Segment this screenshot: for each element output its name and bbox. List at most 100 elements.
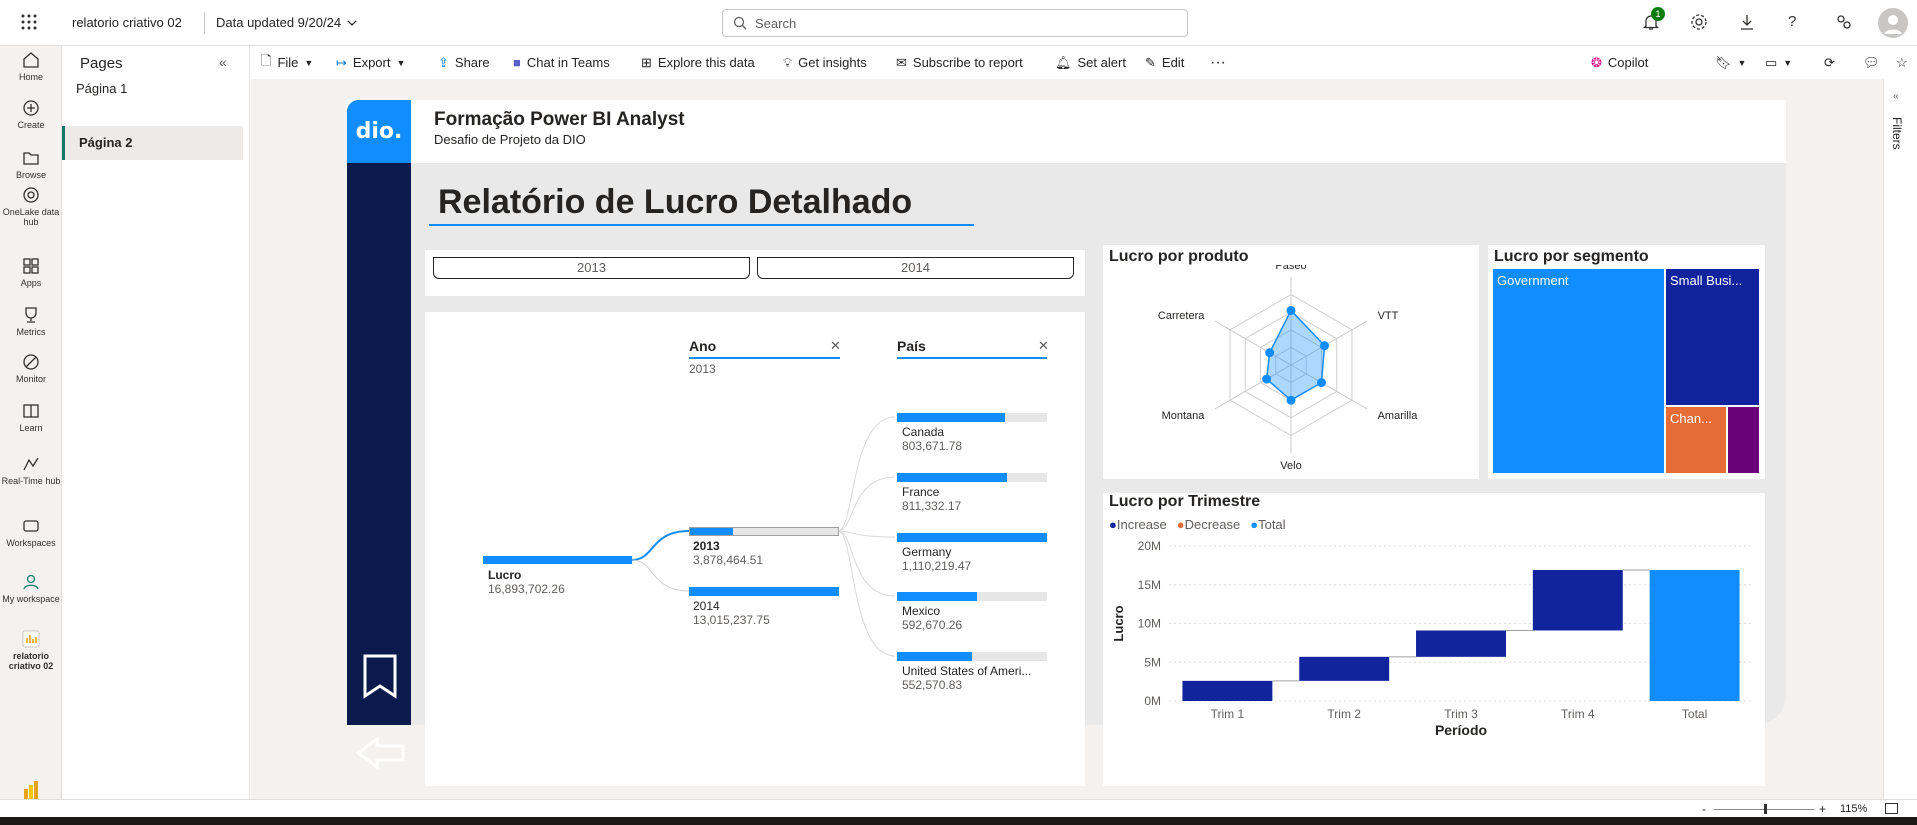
nav-item-report[interactable]: relatorio criativo 02	[0, 629, 62, 671]
nav-item-label: Metrics	[16, 327, 46, 337]
subscribe-icon: ✉	[896, 54, 907, 70]
bookmark-menu[interactable]: 🔖︎ ▼	[1715, 46, 1746, 79]
nav-item-browse[interactable]: Browse	[0, 148, 62, 180]
title-underline	[429, 224, 974, 226]
pais-node-label: Mexico	[902, 604, 941, 618]
nav-item-learn[interactable]: Learn	[0, 401, 62, 433]
zoom-level: 115%	[1840, 803, 1868, 815]
help-icon[interactable]: ?	[1788, 13, 1796, 30]
copilot-button[interactable]: ❂ Copilot	[1591, 46, 1648, 79]
ano-node-bar[interactable]	[689, 587, 839, 596]
export-icon: ↦	[336, 54, 347, 70]
app-launcher-icon[interactable]	[20, 13, 38, 36]
radar-point	[1320, 341, 1330, 351]
share-label: Share	[454, 55, 490, 70]
pais-node-bar[interactable]	[897, 413, 1047, 422]
zoom-out-button[interactable]: -	[1702, 802, 1706, 816]
nav-item-realtime[interactable]: Real-Time hub	[0, 454, 62, 486]
file-menu[interactable]: 🗋 File ▼	[261, 46, 313, 79]
ano-node-bar[interactable]	[689, 527, 839, 536]
edit-button[interactable]: ✎ Edit	[1145, 46, 1184, 79]
favorite-icon[interactable]: ☆	[1896, 46, 1908, 79]
download-icon[interactable]	[1738, 13, 1756, 36]
nav-item-monitor[interactable]: Monitor	[0, 352, 62, 384]
power-bi-logo-icon	[24, 781, 38, 799]
waterfall-title: Lucro por Trimestre	[1109, 493, 1261, 510]
pais-node-label: United States of Ameri...	[902, 664, 1032, 678]
left-navigation: Home Create Browse OneLake data hub Apps Metr…	[0, 46, 62, 817]
pais-node-bar[interactable]	[897, 533, 1047, 542]
create-icon	[23, 100, 39, 116]
root-label: Lucro	[488, 568, 522, 582]
collapse-pages-icon[interactable]: «	[219, 54, 227, 70]
level1-header: Ano	[689, 338, 717, 354]
nav-item-my-workspace[interactable]: My workspace	[0, 572, 62, 604]
fit-to-page-icon[interactable]	[1885, 803, 1898, 814]
waterfall-ytick-label: 0M	[1144, 694, 1161, 708]
nav-item-apps[interactable]: Apps	[0, 256, 62, 288]
radar-title: Lucro por produto	[1109, 248, 1249, 265]
pais-node-bar[interactable]	[897, 473, 1047, 482]
feedback-icon[interactable]	[1835, 13, 1853, 36]
zoom-slider-thumb[interactable]	[1764, 804, 1767, 814]
waterfall-x-axis-title: Período	[1435, 722, 1487, 738]
nav-item-workspaces[interactable]: Workspaces	[0, 516, 62, 548]
explore-data-button[interactable]: ⊞ Explore this data	[641, 46, 755, 79]
treemap-tile-channel[interactable]: Chan...	[1666, 407, 1726, 473]
level1-remove-icon[interactable]: ✕	[830, 338, 841, 354]
avatar[interactable]	[1878, 8, 1908, 38]
search-box[interactable]: Search	[722, 9, 1188, 37]
page-tab-2[interactable]: Página 2	[62, 126, 243, 160]
apps-icon	[23, 258, 39, 274]
nav-item-onelake[interactable]: OneLake data hub	[0, 185, 62, 227]
copilot-icon: ❂	[1591, 54, 1602, 70]
waterfall-chart[interactable]: 0M 5M 10M 15M 20M Trim 1 Trim 2 Trim 3 Trim 4 Tot…	[1103, 533, 1765, 786]
waterfall-ytick-label: 15M	[1138, 578, 1161, 592]
treemap-tile-government[interactable]: Government	[1493, 269, 1664, 473]
root-bar[interactable]	[483, 556, 632, 564]
pais-node-bar[interactable]	[897, 592, 1047, 601]
pais-node-label: Canada	[902, 425, 945, 439]
notifications-icon[interactable]: 1	[1641, 7, 1665, 37]
refresh-icon[interactable]: ⟳	[1824, 46, 1835, 79]
radar-point	[1286, 305, 1296, 315]
zoom-in-button[interactable]: +	[1819, 802, 1826, 816]
back-arrow-icon[interactable]	[355, 736, 407, 775]
get-insights-button[interactable]: 💡︎ Get insights	[783, 46, 867, 79]
set-alert-button[interactable]: 🔔︎ Set alert	[1055, 46, 1126, 79]
report-name[interactable]: relatorio criativo 02	[72, 15, 182, 30]
export-menu[interactable]: ↦ Export ▼	[336, 46, 405, 79]
page-tab-2-label: Página 2	[79, 135, 133, 150]
page-tab-1[interactable]: Página 1	[62, 76, 249, 102]
subscribe-button[interactable]: ✉ Subscribe to report	[896, 46, 1023, 79]
share-button[interactable]: ⇪ Share	[438, 46, 490, 79]
nav-item-metrics[interactable]: Metrics	[0, 305, 62, 337]
settings-icon[interactable]	[1690, 13, 1708, 36]
waterfall-bar	[1649, 570, 1740, 701]
view-menu[interactable]: ▭ ▼	[1765, 46, 1792, 79]
waterfall-bar	[1532, 570, 1623, 631]
radar-chart[interactable]: Paseo VTT Amarilla Velo Montana Carretera	[1103, 265, 1479, 479]
year-button-2013[interactable]: 2013	[433, 257, 750, 279]
nav-item-home[interactable]: Home	[0, 50, 62, 82]
filters-pane[interactable]: « Filters	[1883, 79, 1917, 799]
chat-in-teams-button[interactable]: ■ Chat in Teams	[513, 46, 610, 79]
ano-node-fill	[689, 587, 839, 596]
page-tab-1-label: Página 1	[76, 81, 128, 96]
treemap-tile-other[interactable]	[1728, 407, 1759, 473]
comment-icon[interactable]: 💬︎	[1863, 46, 1880, 79]
report-icon	[22, 630, 40, 648]
data-updated-menu[interactable]: Data updated 9/20/24	[216, 15, 357, 30]
waterfall-y-axis-title: Lucro	[1111, 605, 1126, 641]
pais-node-bar[interactable]	[897, 652, 1047, 661]
nav-item-create[interactable]: Create	[0, 98, 62, 130]
treemap-title: Lucro por segmento	[1494, 248, 1649, 265]
level2-remove-icon[interactable]: ✕	[1038, 338, 1049, 354]
treemap-tile-small-business[interactable]: Small Busi...	[1666, 269, 1759, 405]
nav-item-label: Browse	[15, 170, 46, 180]
bookmark-nav-icon[interactable]	[362, 653, 398, 704]
more-options-button[interactable]: ···	[1210, 46, 1226, 79]
year-button-2014[interactable]: 2014	[757, 257, 1074, 279]
expand-filters-icon[interactable]: «	[1893, 91, 1899, 102]
nav-item-label: relatorio criativo 02	[8, 651, 54, 671]
